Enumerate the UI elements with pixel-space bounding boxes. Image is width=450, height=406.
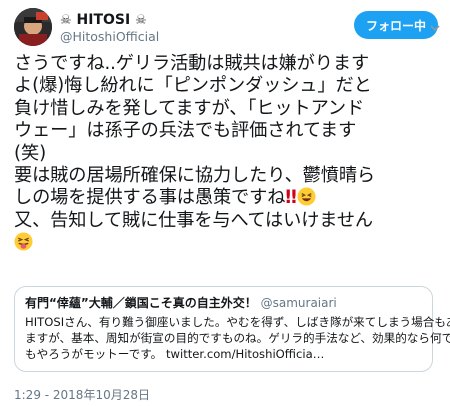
double-exclamation-icon: ‼ (285, 187, 297, 209)
user-names: ☠ HITOSI ☠ @HitoshiOfficial (60, 12, 159, 45)
skull-icon: ☠ (60, 13, 72, 28)
tweet-text-line: さうですね..ゲリラ活動は賊共は嫌がります (14, 53, 370, 74)
user-handle[interactable]: @HitoshiOfficial (60, 29, 159, 45)
tweet-text-line: 要は賊の居場所確保に協力したり、鬱憤晴ら (14, 165, 376, 187)
squinting-face-with-tongue-icon (14, 232, 33, 251)
quoted-handle[interactable]: @samuraiari (261, 296, 337, 310)
tweet-text: さうですね..ゲリラ活動は賊共は嫌がります よ(爆)悔し紛れに「ピンポンダッシュ… (14, 53, 440, 255)
tweet-text-line-with-emoji: しの場を提供する事は愚策ですね‼ (14, 187, 440, 209)
tweet-header: ☠ HITOSI ☠ @HitoshiOfficial フォロー中 (14, 8, 440, 48)
skull-icon: ☠ (135, 13, 147, 28)
quoted-display-name[interactable]: 有門“倖蘊”大輔／鎖国こそ真の自主外交！ (25, 296, 257, 310)
tweet-timestamp[interactable]: 1:29 - 2018年10月28日 (14, 386, 150, 403)
tweet-text-segment: しの場を提供する事は愚策ですね (14, 187, 286, 209)
quoted-tweet-header: 有門“倖蘊”大輔／鎖国こそ真の自主外交！ @samuraiari (25, 295, 422, 311)
tweet-text-line: 又、告知して賊に仕事を与へてはいけません (14, 209, 374, 231)
following-button[interactable]: フォロー中 (354, 11, 438, 39)
display-name[interactable]: ☠ HITOSI ☠ (60, 12, 159, 29)
emoji-line (14, 232, 440, 254)
tweet-card: ☠ HITOSI ☠ @HitoshiOfficial フォロー中 さうですね.… (0, 0, 450, 406)
quoted-tweet[interactable]: 有門“倖蘊”大輔／鎖国こそ真の自主外交！ @samuraiari HITOSIさ… (14, 286, 450, 372)
display-name-text: HITOSI (76, 12, 131, 28)
tweet-text-line: 負け惜しみを発してますが、「ヒットアンド (14, 97, 365, 119)
avatar[interactable] (14, 8, 52, 46)
quoted-tweet-text: HITOSIさん、有り難う御座いました。やむを得ず、しばき隊が来てしまう場合もあ… (25, 314, 450, 362)
quoted-text-line: HITOSIさん、有り難う御座いました。やむを得ず、しばき隊が来てしまう場合もあ… (25, 315, 450, 329)
grinning-squinting-face-icon (297, 187, 316, 206)
tweet-text-line: (笑) (14, 142, 47, 164)
tweet-text-line: ウェー」は孫子の兵法でも評価されてます (14, 120, 357, 142)
chevron-down-icon[interactable] (430, 24, 440, 35)
avatar-image (14, 8, 52, 46)
quoted-text-line: もやろうがモットーです。 twitter.com/HitoshiOfficia… (25, 347, 325, 361)
quoted-text-line: ますが、基本、周知が街宣の目的ですものね。ゲリラ的手法など、効果的なら何で (25, 331, 450, 345)
tweet-text-line: よ(爆)悔し紛れに「ピンポンダッシュ」だと (14, 75, 372, 97)
